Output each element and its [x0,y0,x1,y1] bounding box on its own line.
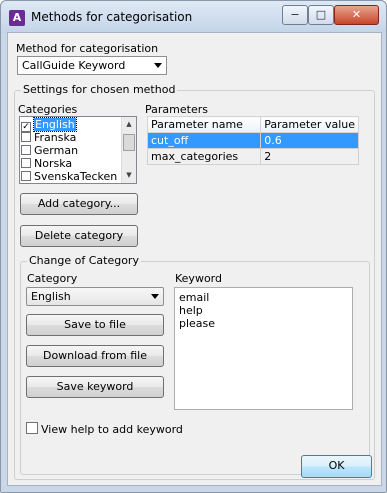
parameters-table[interactable]: Parameter name Parameter value cut_off 0… [146,116,359,165]
method-dropdown[interactable]: CallGuide Keyword [17,56,167,75]
list-item[interactable]: SvenskaTecken [21,170,117,183]
category-name: SvenskaTecken [34,170,118,183]
param-value[interactable]: 2 [260,148,359,165]
ok-button[interactable]: OK [301,455,372,478]
param-value[interactable]: 0.6 [260,132,359,149]
close-button[interactable]: ✕ [334,5,379,25]
method-label: Method for categorisation [16,42,159,55]
categories-list[interactable]: ✓ English Franska German Norska SvenskaTecken… [19,116,137,184]
change-group-title: Change of Category [27,254,141,267]
list-item[interactable]: Norska [21,157,72,170]
title-bar[interactable]: A Methods for categorisation − □ ✕ [1,1,386,33]
keyword-line: email [179,291,210,304]
add-category-button[interactable]: Add category... [20,193,138,215]
list-item[interactable]: ✓ English [21,117,77,132]
checkbox-icon[interactable] [26,422,38,434]
categories-scrollbar[interactable]: ▲ ▼ [121,117,136,183]
chevron-down-icon [151,294,159,299]
list-item[interactable]: German [21,144,78,157]
view-help-label: View help to add keyword [41,423,183,436]
category-label: Category [27,272,78,285]
minimize-button[interactable]: − [282,5,308,25]
keyword-line: help [179,304,203,317]
change-category-group: Change of Category Category English Save… [20,254,370,475]
save-keyword-button[interactable]: Save keyword [26,376,164,398]
checkbox-icon[interactable] [21,171,31,181]
keyword-textarea[interactable]: email help please [174,287,353,410]
keyword-line: please [179,317,216,330]
category-name: Norska [34,157,73,170]
settings-group: Settings for chosen method Categories ✓ E… [14,83,375,480]
dialog-body: Method for categorisation CallGuide Keyw… [7,32,382,486]
maximize-button[interactable]: □ [308,5,334,25]
checkbox-icon[interactable] [21,158,31,168]
save-to-file-button[interactable]: Save to file [26,314,164,336]
category-name: Franska [34,131,77,144]
scroll-thumb[interactable] [123,134,135,151]
checkbox-icon[interactable] [21,132,31,142]
list-item[interactable]: Franska [21,131,76,144]
window-title: Methods for categorisation [31,10,193,24]
param-header-name[interactable]: Parameter name [146,116,262,133]
download-from-file-button[interactable]: Download from file [26,345,164,367]
category-name: English [33,117,77,132]
category-dropdown[interactable]: English [26,287,164,306]
table-row[interactable]: max_categories 2 [146,148,359,165]
delete-category-button[interactable]: Delete category [20,225,138,247]
chevron-down-icon [154,63,162,68]
param-name[interactable]: max_categories [146,148,262,165]
dialog-window: A Methods for categorisation − □ ✕ Metho… [0,0,387,493]
category-selected: English [31,290,71,303]
parameters-label: Parameters [145,103,208,116]
keyword-label: Keyword [175,272,222,285]
app-icon: A [9,10,25,26]
param-name[interactable]: cut_off [146,132,262,149]
view-help-checkbox[interactable]: View help to add keyword [26,422,183,436]
table-row[interactable]: cut_off 0.6 [146,132,359,149]
scroll-up-icon[interactable]: ▲ [123,118,135,131]
category-name: German [34,144,79,157]
checkbox-icon[interactable] [21,145,31,155]
settings-group-title: Settings for chosen method [21,83,178,96]
categories-label: Categories [18,103,78,116]
method-selected: CallGuide Keyword [22,59,126,72]
scroll-down-icon[interactable]: ▼ [123,169,135,182]
param-header-value[interactable]: Parameter value [260,116,359,133]
